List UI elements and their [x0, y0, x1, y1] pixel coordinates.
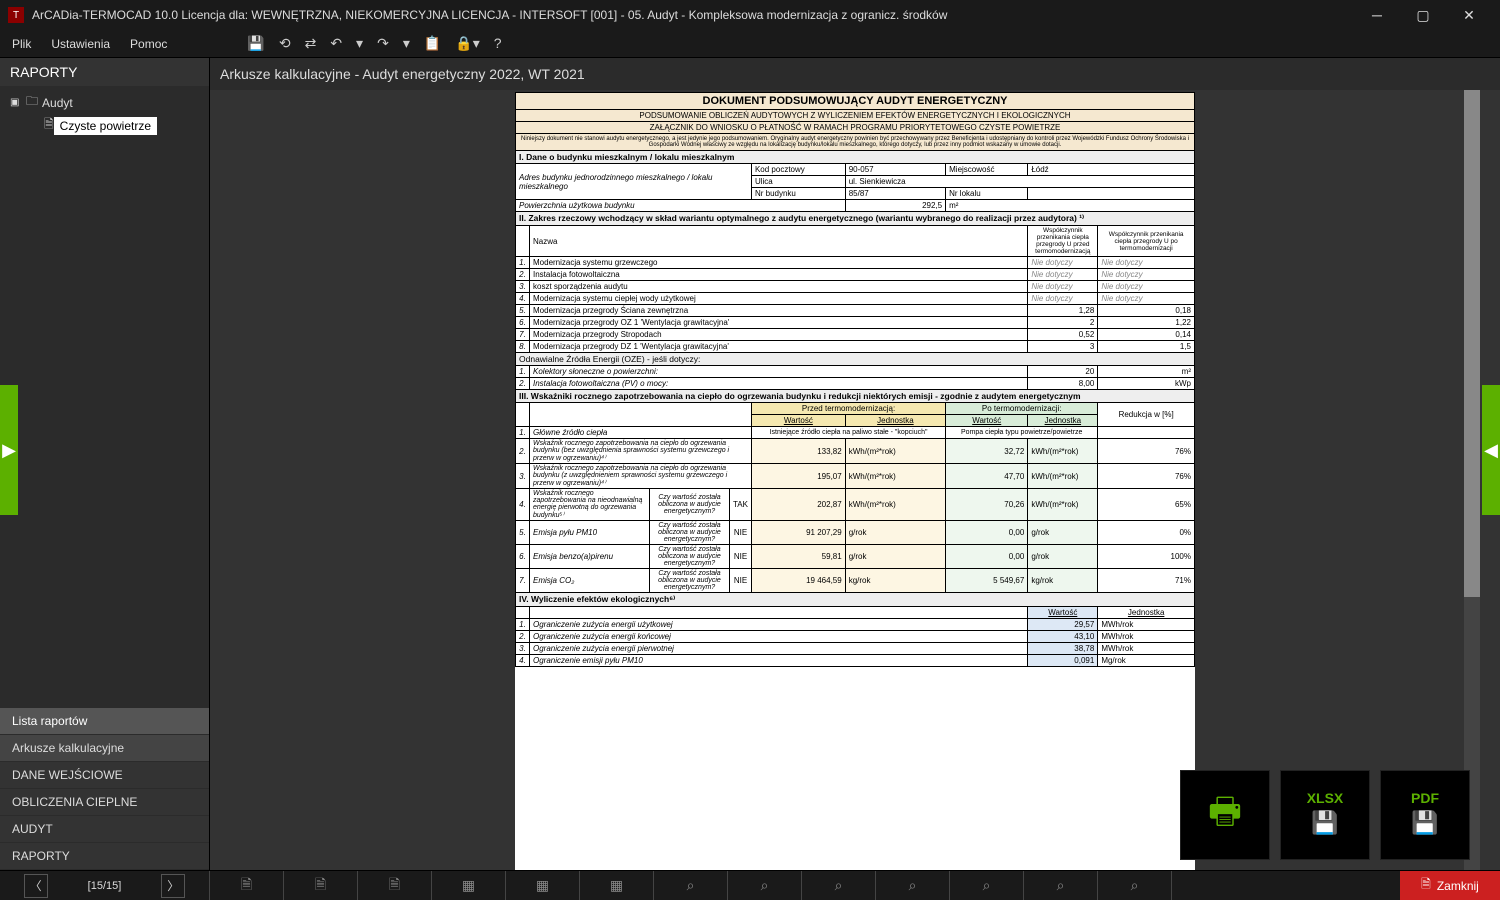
- minimize-button[interactable]: ─: [1354, 0, 1400, 30]
- next-page-arrow[interactable]: ◀: [1482, 385, 1500, 515]
- window-title: ArCADia-TERMOCAD 10.0 Licencja dla: WEWN…: [32, 8, 1354, 22]
- tool-table-3[interactable]: ▦: [580, 871, 654, 900]
- tool-zoom-3[interactable]: ⌕: [802, 871, 876, 900]
- export-buttons: 🖶 XLSX 💾 PDF 💾: [1180, 770, 1470, 860]
- lock-icon[interactable]: 🔒▾: [455, 35, 479, 52]
- menu-file[interactable]: Plik: [12, 37, 31, 51]
- toolbar-bottom: 🗎 🗎 🗎 ▦ ▦ ▦ ⌕ ⌕ ⌕ ⌕ ⌕ ⌕ ⌕: [210, 871, 1400, 900]
- doc-fineprint: Niniejszy dokument nie stanowi audytu en…: [516, 134, 1195, 151]
- folder-icon: 🗀: [26, 92, 38, 113]
- clipboard-icon[interactable]: 📋: [424, 35, 441, 52]
- nav-dane[interactable]: DANE WEJŚCIOWE: [0, 762, 209, 789]
- tool-zoom-1[interactable]: ⌕: [654, 871, 728, 900]
- export-xlsx-button[interactable]: XLSX 💾: [1280, 770, 1370, 860]
- tool-zoom-5[interactable]: ⌕: [950, 871, 1024, 900]
- vertical-scrollbar[interactable]: [1464, 90, 1480, 870]
- page-next-button[interactable]: 〉: [161, 874, 185, 898]
- tool-table-1[interactable]: ▦: [432, 871, 506, 900]
- close-label: Zamknij: [1437, 879, 1479, 893]
- content-header: Arkusze kalkulacyjne - Audyt energetyczn…: [210, 58, 1500, 90]
- help-icon[interactable]: ?: [494, 35, 502, 52]
- nav-obliczenia[interactable]: OBLICZENIA CIEPLNE: [0, 789, 209, 816]
- tool-doc-2[interactable]: 🗎: [284, 871, 358, 900]
- undo-icon[interactable]: ↶: [330, 35, 342, 52]
- tree-selected-label: Czyste powietrze: [60, 119, 151, 133]
- tree-selected[interactable]: Czyste powietrze: [54, 117, 157, 135]
- close-window-button[interactable]: ✕: [1446, 0, 1492, 30]
- undo-dropdown-icon[interactable]: ▾: [356, 35, 363, 52]
- page-indicator: [15/15]: [88, 880, 122, 892]
- doc-subtitle-1: PODSUMOWANIE OBLICZEŃ AUDYTOWYCH Z WYLIC…: [516, 110, 1195, 122]
- tool-zoom-2[interactable]: ⌕: [728, 871, 802, 900]
- prev-page-arrow[interactable]: ▶: [0, 385, 18, 515]
- report-tree[interactable]: ▣ 🗀 Audyt 🗎 Czyste powietrze: [0, 86, 209, 708]
- redo-dropdown-icon[interactable]: ▾: [403, 35, 410, 52]
- titlebar: T ArCADia-TERMOCAD 10.0 Licencja dla: WE…: [0, 0, 1500, 30]
- nav-list: Lista raportów Arkusze kalkulacyjne DANE…: [0, 708, 209, 870]
- nav-arkusze[interactable]: Arkusze kalkulacyjne: [0, 735, 209, 762]
- section-3-header: III. Wskaźniki rocznego zapotrzebowania …: [516, 390, 1195, 403]
- menubar: Plik Ustawienia Pomoc 💾 ⟲ ⇄ ↶ ▾ ↷ ▾ 📋 🔒▾…: [0, 30, 1500, 58]
- disk-icon: 💾: [1411, 810, 1438, 836]
- left-panel: RAPORTY ▣ 🗀 Audyt 🗎 Czyste powietrze Lis…: [0, 58, 210, 870]
- address-label: Adres budynku jednorodzinnego mieszkalne…: [516, 164, 752, 200]
- tree-root[interactable]: ▣ 🗀 Audyt: [4, 90, 205, 115]
- nav-audyt[interactable]: AUDYT: [0, 816, 209, 843]
- expand-icon[interactable]: ▣: [10, 97, 22, 108]
- content-area: Arkusze kalkulacyjne - Audyt energetyczn…: [210, 58, 1500, 870]
- close-icon: 🗎: [1421, 875, 1431, 896]
- app-icon: T: [8, 7, 24, 23]
- tool-zoom-7[interactable]: ⌕: [1098, 871, 1172, 900]
- doc-subtitle-2: ZAŁĄCZNIK DO WNIOSKU O PŁATNOŚĆ W RAMACH…: [516, 122, 1195, 134]
- print-button[interactable]: 🖶: [1180, 770, 1270, 860]
- tool-zoom-6[interactable]: ⌕: [1024, 871, 1098, 900]
- document-icon: 🗎: [44, 115, 54, 136]
- tool-table-2[interactable]: ▦: [506, 871, 580, 900]
- report-document: DOKUMENT PODSUMOWUJĄCY AUDYT ENERGETYCZN…: [515, 92, 1195, 870]
- menu-help[interactable]: Pomoc: [130, 37, 167, 51]
- tool-doc-3[interactable]: 🗎: [358, 871, 432, 900]
- disk-icon: 💾: [1311, 810, 1338, 836]
- section-1-header: I. Dane o budynku mieszkalnym / lokalu m…: [516, 151, 1195, 164]
- pdf-label: PDF: [1411, 790, 1439, 806]
- maximize-button[interactable]: ▢: [1400, 0, 1446, 30]
- tree-root-label: Audyt: [42, 96, 73, 110]
- menu-settings[interactable]: Ustawienia: [51, 37, 110, 51]
- section-2-header: II. Zakres rzeczowy wchodzący w skład wa…: [516, 212, 1195, 226]
- nav-lista-raportow[interactable]: Lista raportów: [0, 708, 209, 735]
- close-button[interactable]: 🗎 Zamknij: [1400, 871, 1500, 900]
- save-icon[interactable]: 💾: [247, 35, 264, 52]
- left-panel-header: RAPORTY: [0, 58, 209, 86]
- section-4-header: IV. Wyliczenie efektów ekologicznych⁶⁾: [516, 593, 1195, 607]
- refresh-icon[interactable]: ⟲: [279, 35, 291, 52]
- page-prev-button[interactable]: 〈: [24, 874, 48, 898]
- redo-icon[interactable]: ↷: [377, 35, 389, 52]
- doc-title: DOKUMENT PODSUMOWUJĄCY AUDYT ENERGETYCZN…: [516, 93, 1195, 110]
- xlsx-label: XLSX: [1307, 790, 1344, 806]
- nav-raporty[interactable]: RAPORTY: [0, 843, 209, 870]
- export-pdf-button[interactable]: PDF 💾: [1380, 770, 1470, 860]
- pager: 〈 [15/15] 〉: [0, 871, 210, 900]
- swap-icon[interactable]: ⇄: [305, 35, 317, 52]
- tool-doc-1[interactable]: 🗎: [210, 871, 284, 900]
- document-view[interactable]: DOKUMENT PODSUMOWUJĄCY AUDYT ENERGETYCZN…: [210, 90, 1500, 870]
- bottom-bar: 〈 [15/15] 〉 🗎 🗎 🗎 ▦ ▦ ▦ ⌕ ⌕ ⌕ ⌕ ⌕ ⌕ ⌕ 🗎 …: [0, 870, 1500, 900]
- tool-zoom-4[interactable]: ⌕: [876, 871, 950, 900]
- printer-icon: 🖶: [1208, 785, 1242, 846]
